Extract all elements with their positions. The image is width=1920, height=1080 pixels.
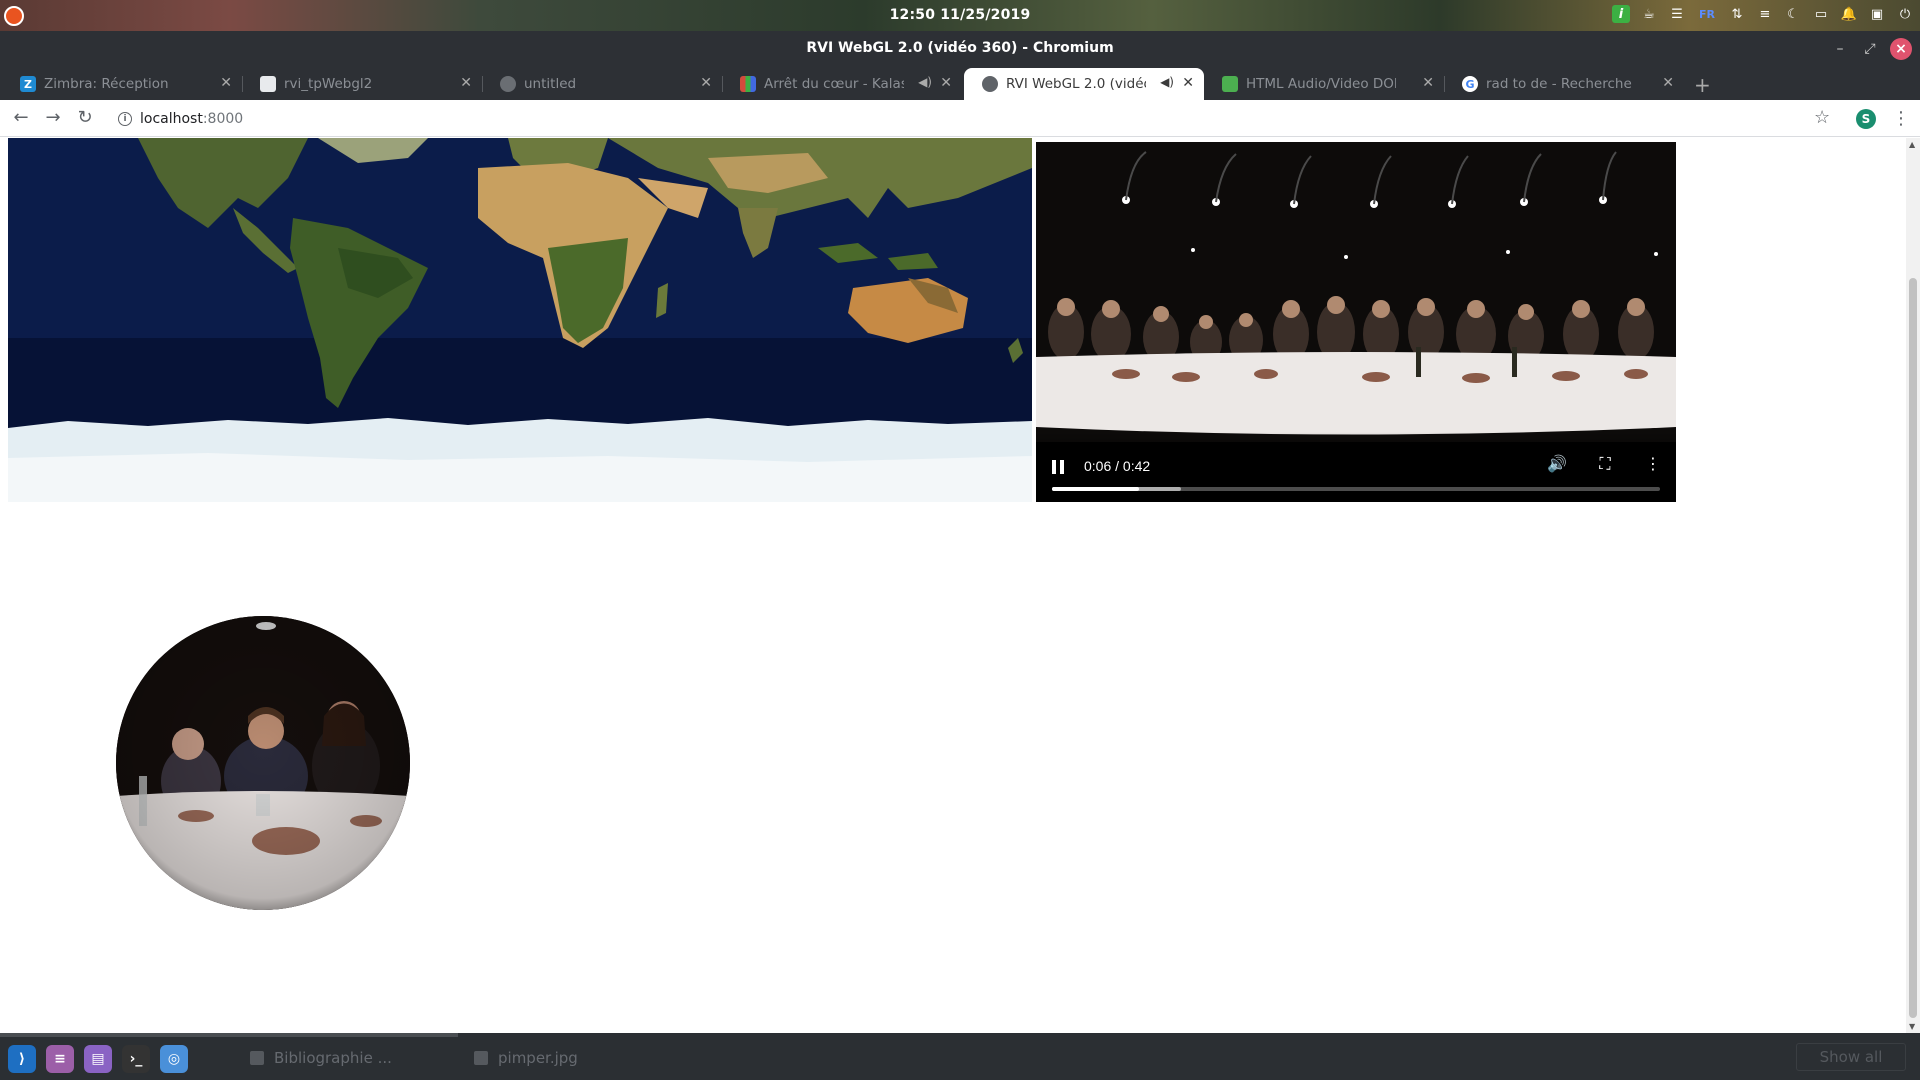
url-host: localhost [140,110,203,127]
tab-label: RVI WebGL 2.0 (vidéo 3 [1006,76,1146,92]
tab-untitled[interactable]: untitled ✕ [482,68,723,100]
tab-rvi-webgl-video360[interactable]: RVI WebGL 2.0 (vidéo 3 ◀) ✕ [964,68,1204,100]
volume-icon[interactable]: 🔊 [1546,454,1568,473]
video-frame-dinner-table [1036,142,1676,442]
screen-icon[interactable]: ▣ [1868,5,1886,23]
terminal-icon[interactable]: ›_ [122,1045,150,1073]
tab-arret-du-coeur[interactable]: Arrêt du cœur - Kalas ◀) ✕ [722,68,962,100]
webgl-360-sphere-canvas[interactable] [116,616,410,910]
reload-button[interactable]: ↻ [74,107,96,129]
ubuntu-logo-icon[interactable] [4,6,24,26]
w3-icon [1222,76,1238,92]
site-info-icon[interactable]: i [118,111,132,126]
tab-html-audio-video-dom[interactable]: HTML Audio/Video DOM ✕ [1204,68,1445,100]
chart-icon [740,76,756,92]
bookmark-star-icon[interactable]: ☆ [1814,107,1830,128]
video-progress-bar[interactable] [1052,487,1660,491]
globe-icon [500,76,516,92]
close-tab-icon[interactable]: ✕ [460,75,472,91]
google-icon: G [1462,76,1478,92]
globe-icon [982,76,998,92]
tab-label: untitled [524,76,577,92]
profile-avatar[interactable]: S [1856,109,1876,129]
scroll-up-icon[interactable]: ▲ [1909,140,1915,149]
zimbra-icon: Z [20,76,36,92]
scroll-down-icon[interactable]: ▼ [1909,1022,1915,1031]
close-tab-icon[interactable]: ✕ [940,75,952,91]
tab-zimbra[interactable]: Z Zimbra: Réception ✕ [2,68,243,100]
page-scrollbar[interactable]: ▲ ▼ [1906,138,1920,1033]
video-played-bar [1052,487,1139,491]
system-clock[interactable]: 12:50 11/25/2019 [890,7,1031,23]
system-top-bar: 12:50 11/25/2019 i ☕ ☰ FR ⇅ ≡ ☾ ▭ 🔔 ▣ ⏻ [0,0,1920,31]
tab-label: Zimbra: Réception [44,76,169,92]
notification-bell-icon[interactable]: 🔔 [1840,5,1858,23]
video-controls: 0:06 / 0:42 🔊 ⛶ ⋮ [1036,432,1676,502]
info-indicator-icon[interactable]: i [1612,5,1630,23]
tab-label: Arrêt du cœur - Kalas [764,76,904,92]
video-player[interactable]: 0:06 / 0:42 🔊 ⛶ ⋮ [1036,142,1676,502]
download-item-label: pimper.jpg [498,1049,578,1067]
download-item[interactable]: Bibliographie ... [250,1045,392,1071]
minimize-button[interactable]: – [1830,39,1850,59]
scrollbar-thumb[interactable] [1909,278,1917,1018]
close-tab-icon[interactable]: ✕ [1182,75,1194,91]
sphere-render-image [116,616,410,910]
address-bar[interactable]: i localhost:8000 [108,105,1778,132]
new-tab-button[interactable]: + [1694,73,1711,97]
vscode-icon[interactable]: ⟩ [8,1045,36,1073]
power-icon[interactable]: ⏻ [1896,5,1914,23]
tab-audio-icon[interactable]: ◀) [1160,75,1174,89]
download-item[interactable]: pimper.jpg [474,1045,578,1071]
video-time-display: 0:06 / 0:42 [1084,458,1151,474]
window-title: RVI WebGL 2.0 (vidéo 360) - Chromium [806,40,1114,56]
tab-label: HTML Audio/Video DOM [1246,76,1396,92]
network-icon[interactable]: ⇅ [1728,5,1746,23]
menu-icon[interactable]: ≡ [1756,5,1774,23]
system-tray: i ☕ ☰ FR ⇅ ≡ ☾ ▭ 🔔 ▣ ⏻ [1612,5,1914,23]
fullscreen-icon[interactable]: ⛶ [1594,454,1616,474]
world-map-texture [8,138,1032,502]
show-all-downloads-button[interactable]: Show all [1796,1043,1906,1071]
chromium-app-icon[interactable]: ◎ [160,1045,188,1073]
dinner-table [1036,352,1676,435]
pause-button[interactable] [1052,460,1066,474]
page-content: 0:06 / 0:42 🔊 ⛶ ⋮ [0,138,1906,1033]
world-map-image [8,138,1032,502]
back-button[interactable]: ← [10,107,32,129]
close-tab-icon[interactable]: ✕ [700,75,712,91]
doc-icon [260,76,276,92]
close-tab-icon[interactable]: ✕ [1422,75,1434,91]
browser-menu-icon[interactable]: ⋮ [1892,108,1910,129]
url-port: :8000 [202,110,244,127]
image-file-icon [474,1051,488,1065]
download-shelf-divider [0,1033,458,1037]
tab-label: rad to de - Recherche Go [1486,76,1636,92]
more-options-icon[interactable]: ⋮ [1642,454,1664,473]
close-tab-icon[interactable]: ✕ [1662,75,1674,91]
tab-label: rvi_tpWebgl2 [284,76,373,92]
download-item-label: Bibliographie ... [274,1049,392,1067]
window-titlebar: RVI WebGL 2.0 (vidéo 360) - Chromium – ⤢… [0,31,1920,66]
folder-icon[interactable]: ▭ [1812,5,1830,23]
tab-strip: Z Zimbra: Réception ✕ rvi_tpWebgl2 ✕ unt… [0,66,1920,100]
pdf-file-icon [250,1051,264,1065]
close-tab-icon[interactable]: ✕ [220,75,232,91]
list-menu-icon[interactable]: ☰ [1668,5,1686,23]
coffee-icon[interactable]: ☕ [1640,5,1658,23]
night-mode-icon[interactable]: ☾ [1784,5,1802,23]
files-app-icon[interactable]: ▤ [84,1045,112,1073]
tab-rvi-tpwebgl2[interactable]: rvi_tpWebgl2 ✕ [242,68,483,100]
taskbar: ⟩ ≡ ▤ ›_ ◎ Bibliographie ... pimper.jpg … [0,1033,1920,1080]
tab-google-search[interactable]: G rad to de - Recherche Go ✕ [1444,68,1684,100]
keyboard-language[interactable]: FR [1696,5,1718,23]
settings-app-icon[interactable]: ≡ [46,1045,74,1073]
maximize-button[interactable]: ⤢ [1860,39,1880,59]
window-close-button[interactable]: × [1890,38,1912,60]
tab-audio-icon[interactable]: ◀) [918,75,932,89]
browser-toolbar: ← → ↻ i localhost:8000 ☆ S ⋮ [0,100,1920,137]
forward-button[interactable]: → [42,107,64,129]
